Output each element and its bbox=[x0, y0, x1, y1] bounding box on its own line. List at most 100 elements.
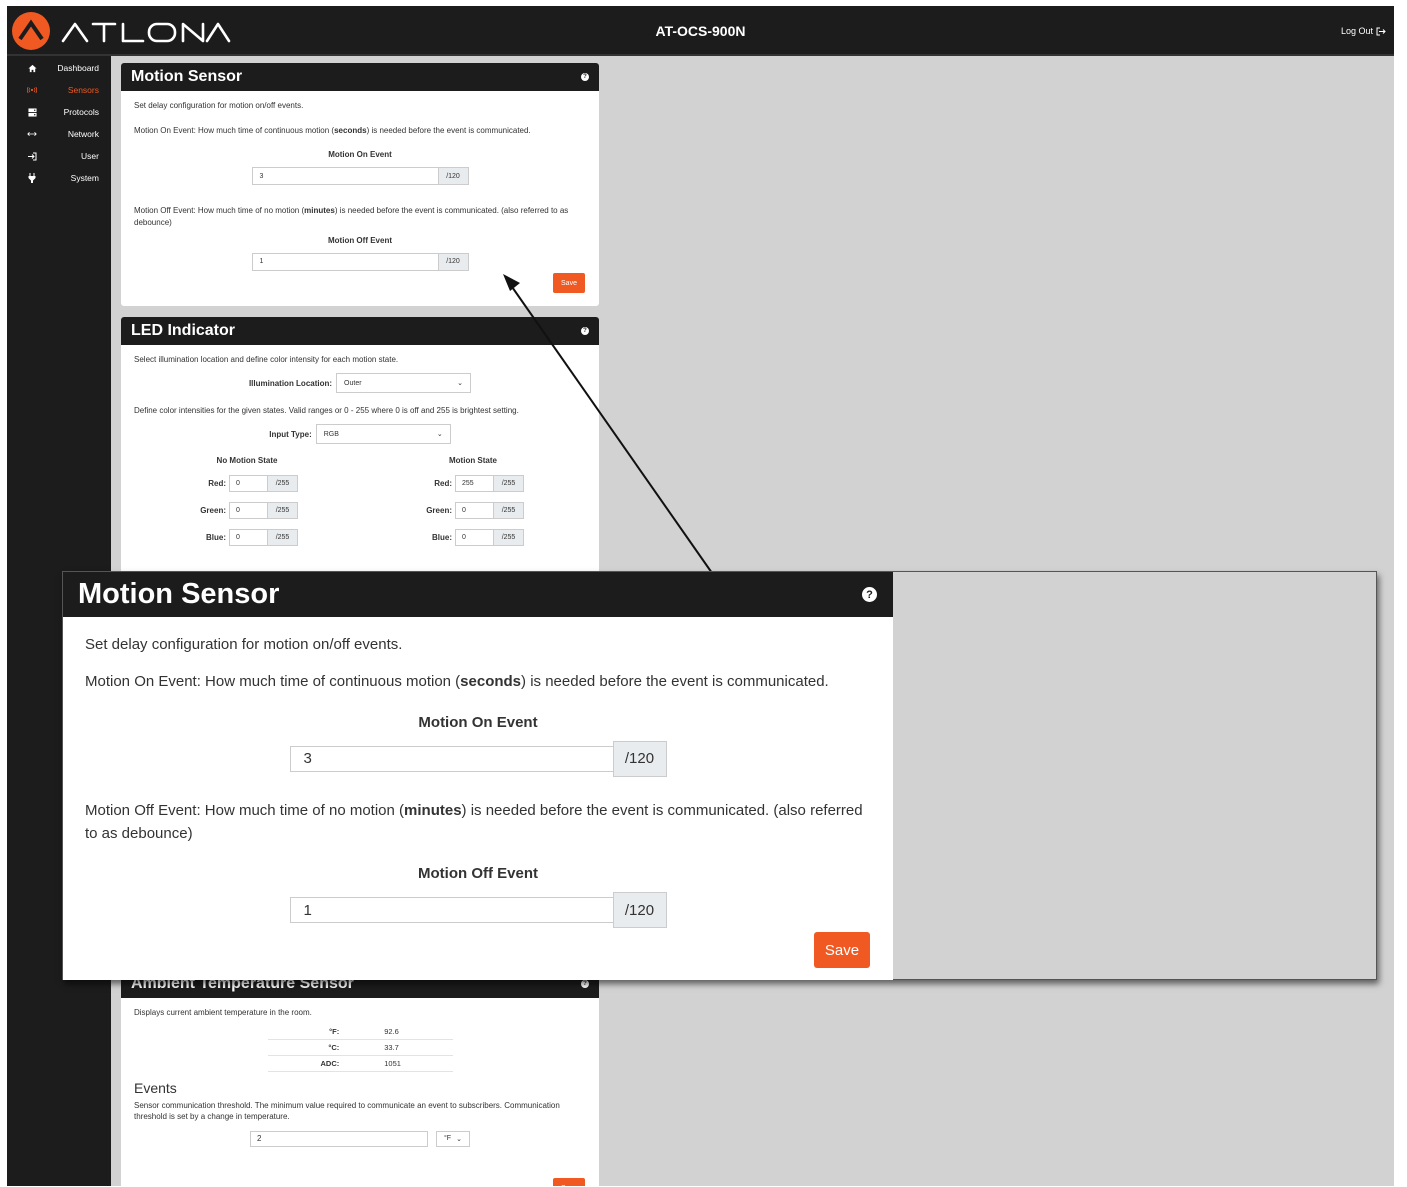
no-motion-title: No Motion State bbox=[216, 456, 278, 466]
intensity-description: Define color intensities for the given s… bbox=[134, 406, 519, 416]
chevron-down-icon: ⌄ bbox=[457, 380, 464, 388]
sidebar-item-dashboard[interactable]: Dashboard bbox=[7, 57, 111, 79]
panel-header: LED Indicator ? bbox=[121, 317, 599, 345]
motion-on-max: /120 bbox=[437, 167, 469, 186]
red-label: Red: bbox=[208, 479, 226, 489]
input-type-select[interactable]: RGB ⌄ bbox=[315, 424, 451, 445]
motion-sensor-panel-zoomed: Motion Sensor ? Set delay configuration … bbox=[63, 572, 893, 980]
sidebar-item-label: Dashboard bbox=[57, 63, 99, 73]
sidebar-item-label: Network bbox=[67, 129, 99, 139]
max-label: /255 bbox=[493, 529, 524, 547]
zoom-callout: Motion Sensor ? Set delay configuration … bbox=[62, 571, 1377, 980]
server-icon bbox=[27, 107, 37, 117]
description: Set delay configuration for motion on/of… bbox=[85, 636, 403, 653]
motion-off-max: /120 bbox=[437, 252, 469, 271]
motion-off-input-group: 1 /120 bbox=[251, 252, 469, 271]
table-row: °C: 33.7 bbox=[267, 1039, 453, 1057]
motion-green-input[interactable]: 0 bbox=[455, 502, 493, 520]
max-label: /255 bbox=[267, 502, 298, 520]
ambient-temperature-panel: Ambient Temperature Sensor ? Displays cu… bbox=[121, 970, 599, 1186]
events-title: Events bbox=[134, 1080, 177, 1097]
table-row: ADC: 1051 bbox=[267, 1055, 453, 1073]
motion-on-input[interactable]: 3 bbox=[251, 167, 438, 186]
motion-on-description: Motion On Event: How much time of contin… bbox=[134, 126, 531, 136]
motion-on-input-group: 3 /120 bbox=[251, 167, 469, 186]
temperature-table: °F: 92.6 °C: 33.7 ADC: 1051 bbox=[267, 1024, 453, 1073]
sidebar-item-system[interactable]: System bbox=[7, 167, 111, 189]
plug-icon bbox=[27, 173, 37, 183]
max-label: /255 bbox=[267, 475, 298, 493]
logout-icon bbox=[1376, 27, 1386, 35]
motion-off-label: Motion Off Event bbox=[418, 865, 538, 882]
arrows-icon bbox=[27, 129, 37, 139]
no-motion-blue-input[interactable]: 0 bbox=[229, 529, 267, 547]
max-label: /255 bbox=[267, 529, 298, 547]
help-icon[interactable]: ? bbox=[581, 73, 589, 81]
description: Select illumination location and define … bbox=[134, 355, 399, 364]
sidebar-item-sensors[interactable]: Sensors bbox=[7, 79, 111, 101]
illumination-location-label: Illumination Location: bbox=[248, 378, 333, 388]
max-label: /255 bbox=[493, 475, 524, 493]
description: Displays current ambient temperature in … bbox=[134, 1008, 312, 1017]
save-button[interactable]: Save bbox=[814, 932, 870, 968]
blue-label: Blue: bbox=[432, 533, 452, 543]
max-label: /255 bbox=[493, 502, 524, 520]
motion-off-input-group: 1 /120 bbox=[289, 892, 667, 928]
motion-on-label: Motion On Event bbox=[418, 713, 538, 731]
device-name: AT-OCS-900N bbox=[655, 23, 746, 39]
motion-on-label: Motion On Event bbox=[328, 150, 392, 160]
logout-button[interactable]: Log Out bbox=[1341, 26, 1386, 36]
save-button[interactable]: Save bbox=[553, 273, 585, 293]
panel-header: Motion Sensor ? bbox=[121, 63, 599, 91]
panel-header: Motion Sensor ? bbox=[63, 572, 893, 617]
broadcast-icon bbox=[27, 85, 37, 95]
illumination-location-row: Illumination Location: Outer ⌄ bbox=[134, 373, 586, 394]
login-icon bbox=[27, 151, 37, 161]
save-button[interactable]: Save bbox=[553, 1178, 585, 1186]
motion-on-max: /120 bbox=[612, 740, 667, 777]
sidebar-item-protocols[interactable]: Protocols bbox=[7, 101, 111, 123]
sidebar-item-label: User bbox=[81, 151, 99, 161]
no-motion-state: No Motion State Red: 0/255 Green: 0/255 Bl… bbox=[196, 456, 298, 556]
sidebar-item-user[interactable]: User bbox=[7, 145, 111, 167]
panel-title: Motion Sensor bbox=[78, 578, 280, 610]
top-bar: AT-OCS-900N Log Out bbox=[7, 6, 1394, 56]
motion-state: Motion State Red: 255/255 Green: 0/255 Blu… bbox=[422, 456, 524, 556]
sidebar-item-label: Sensors bbox=[67, 85, 99, 95]
threshold-input[interactable]: 2 bbox=[250, 1130, 428, 1147]
motion-on-input-group: 3 /120 bbox=[289, 740, 667, 777]
motion-blue-input[interactable]: 0 bbox=[455, 529, 493, 547]
help-icon[interactable]: ? bbox=[581, 327, 589, 335]
motion-red-input[interactable]: 255 bbox=[455, 475, 493, 493]
motion-off-input[interactable]: 1 bbox=[251, 252, 438, 271]
panel-title: Motion Sensor bbox=[131, 68, 243, 85]
motion-on-input[interactable]: 3 bbox=[289, 745, 613, 772]
logout-label: Log Out bbox=[1340, 26, 1373, 36]
sidebar-item-network[interactable]: Network bbox=[7, 123, 111, 145]
panel-title: LED Indicator bbox=[131, 322, 236, 339]
motion-sensor-panel: Motion Sensor ? Set delay configuration … bbox=[121, 63, 599, 306]
events-description: Sensor communication threshold. The mini… bbox=[134, 1101, 560, 1122]
sidebar-item-label: Protocols bbox=[63, 107, 99, 117]
motion-on-description: Motion On Event: How much time of contin… bbox=[85, 673, 829, 691]
motion-title: Motion State bbox=[449, 456, 497, 466]
home-icon bbox=[27, 63, 37, 73]
help-icon[interactable]: ? bbox=[581, 980, 589, 988]
motion-off-max: /120 bbox=[612, 892, 667, 928]
input-type-label: Input Type: bbox=[269, 429, 312, 439]
chevron-down-icon: ⌄ bbox=[436, 431, 443, 439]
no-motion-red-input[interactable]: 0 bbox=[229, 475, 267, 493]
red-label: Red: bbox=[434, 479, 452, 489]
illumination-location-select[interactable]: Outer ⌄ bbox=[336, 373, 472, 394]
green-label: Green: bbox=[426, 506, 452, 516]
motion-off-label: Motion Off Event bbox=[328, 235, 392, 245]
table-row: °F: 92.6 bbox=[267, 1024, 453, 1041]
chevron-down-icon: ⌄ bbox=[456, 1135, 462, 1143]
no-motion-green-input[interactable]: 0 bbox=[229, 502, 267, 520]
description: Set delay configuration for motion on/of… bbox=[134, 101, 304, 110]
sidebar-item-label: System bbox=[70, 173, 99, 183]
help-icon[interactable]: ? bbox=[862, 587, 877, 602]
unit-select[interactable]: °F ⌄ bbox=[436, 1130, 470, 1147]
motion-off-input[interactable]: 1 bbox=[289, 897, 613, 923]
blue-label: Blue: bbox=[206, 533, 226, 543]
